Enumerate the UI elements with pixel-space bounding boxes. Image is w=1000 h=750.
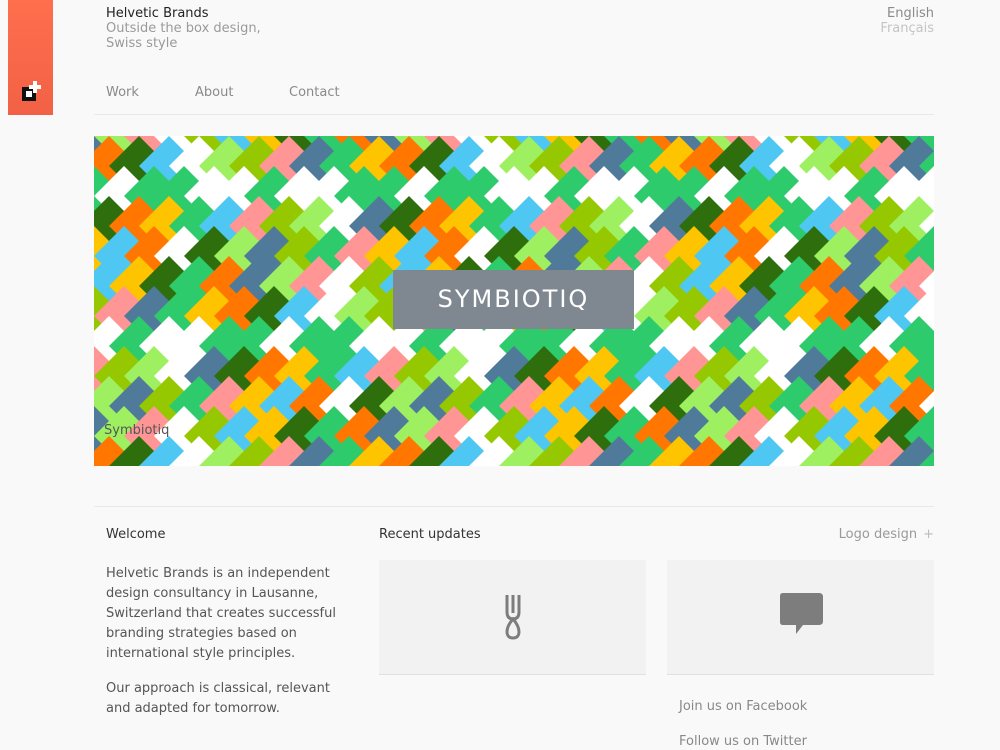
content-divider [94, 506, 934, 507]
language-french-link[interactable]: Français [880, 21, 934, 36]
site-tagline-line-2: Swiss style [106, 36, 178, 51]
welcome-paragraph-1: Helvetic Brands is an independent design… [106, 566, 336, 661]
nav-work-link[interactable]: Work [106, 85, 139, 100]
hero-caption: Symbiotiq [104, 423, 170, 438]
recent-updates-heading: Recent updates [379, 527, 481, 542]
site-name[interactable]: Helvetic Brands [106, 6, 261, 21]
site-tagline-line-1: Outside the box design, [106, 21, 261, 36]
brand-mark-icon [22, 81, 41, 101]
update-card[interactable] [379, 560, 646, 675]
site-header-brand: Helvetic Brands Outside the box design, … [106, 6, 261, 51]
logo-design-filter[interactable]: Logo design + [839, 527, 934, 542]
nav-about-link[interactable]: About [195, 85, 233, 100]
brand-logo[interactable] [8, 0, 53, 115]
nav-contact-link[interactable]: Contact [289, 85, 340, 100]
welcome-heading: Welcome [106, 527, 166, 542]
language-switcher: English Français [880, 6, 934, 36]
language-english-link[interactable]: English [880, 6, 934, 21]
update-card[interactable] [667, 560, 934, 675]
header-divider [94, 114, 934, 115]
welcome-paragraph-2: Our approach is classical, relevant and … [106, 681, 330, 716]
hero-title-box[interactable]: SYMBIOTIQ [393, 270, 634, 329]
speech-bubble-icon [779, 593, 823, 634]
welcome-approach-text: Our approach is classical, relevant and … [106, 679, 341, 719]
filter-label: Logo design [838, 527, 918, 542]
fork-icon [505, 595, 520, 640]
plus-icon: + [923, 527, 934, 542]
hero-banner[interactable]: SYMBIOTIQ Symbiotiq [94, 136, 934, 466]
facebook-link[interactable]: Join us on Facebook [679, 699, 807, 714]
welcome-intro-text: Helvetic Brands is an independent design… [106, 564, 341, 664]
twitter-link[interactable]: Follow us on Twitter [679, 734, 807, 749]
